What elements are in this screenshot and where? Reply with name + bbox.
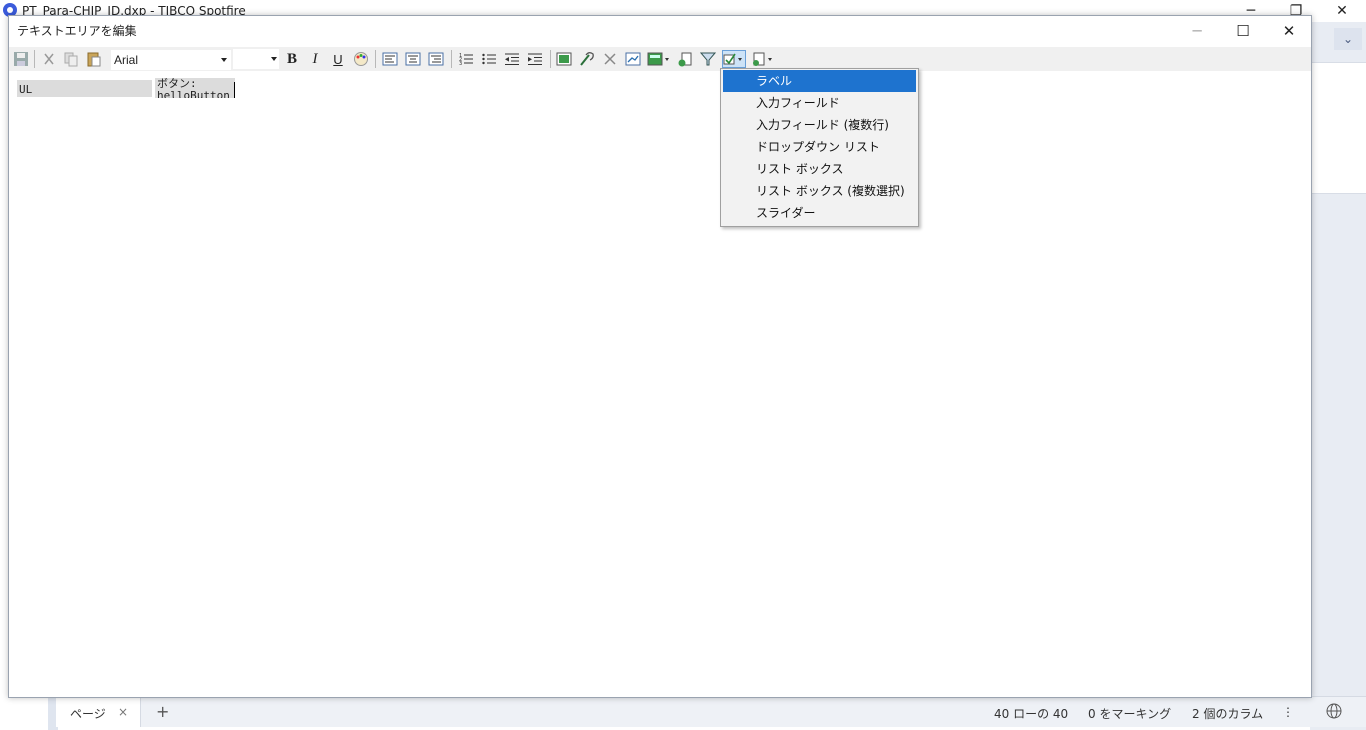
- app-left-corner: [0, 696, 48, 730]
- row-count: 40 ローの 40: [994, 707, 1069, 721]
- align-right-icon[interactable]: [427, 50, 445, 68]
- dialog-minimize-button[interactable]: ─: [1174, 16, 1220, 46]
- insert-link-icon[interactable]: [578, 50, 596, 68]
- cut-icon[interactable]: [40, 50, 58, 68]
- menu-item-list-box[interactable]: リスト ボックス: [723, 158, 916, 180]
- menu-item-dropdown-list[interactable]: ドロップダウン リスト: [723, 136, 916, 158]
- remove-link-icon[interactable]: [601, 50, 619, 68]
- align-center-icon[interactable]: [404, 50, 422, 68]
- app-close-button[interactable]: ✕: [1324, 2, 1360, 20]
- font-name-value: Arial: [114, 53, 139, 67]
- app-right-pane: [1310, 62, 1366, 194]
- button-id-text: helloButton: [157, 89, 230, 99]
- underline-button[interactable]: U: [329, 50, 347, 68]
- close-icon[interactable]: ×: [118, 705, 128, 719]
- page-tab-label: ページ: [70, 707, 106, 721]
- svg-text:3: 3: [459, 61, 462, 67]
- app-right-panel: [1310, 22, 1366, 730]
- toolbar-separator: [375, 50, 376, 68]
- edit-text-area-dialog: テキストエリアを編集 ─ ☐ ✕ Arial B I U 1 2 3 UL ボタ…: [8, 15, 1312, 698]
- menu-item-list-box-multiselect[interactable]: リスト ボックス (複数選択): [723, 180, 916, 202]
- globe-icon[interactable]: [1326, 703, 1342, 719]
- insert-image-icon[interactable]: [555, 50, 573, 68]
- editor-toolbar: Arial B I U 123: [9, 47, 1311, 71]
- insert-visualization-icon[interactable]: [624, 50, 642, 68]
- chevron-down-icon[interactable]: ⌄: [1334, 28, 1362, 50]
- toolbar-separator: [451, 50, 452, 68]
- color-palette-icon[interactable]: [352, 50, 370, 68]
- indent-icon[interactable]: [526, 50, 544, 68]
- numbered-list-icon[interactable]: 123: [457, 50, 475, 68]
- insert-filter-icon[interactable]: [699, 50, 717, 68]
- save-icon[interactable]: [12, 50, 30, 68]
- insert-action-icon[interactable]: [676, 50, 694, 68]
- insert-dynamic-item-icon[interactable]: [751, 50, 775, 68]
- column-count: 2 個のカラム: [1192, 707, 1264, 721]
- menu-item-input-field-multiline[interactable]: 入力フィールド (複数行): [723, 114, 916, 136]
- text-caret: [234, 82, 235, 98]
- menu-item-input-field[interactable]: 入力フィールド: [723, 92, 916, 114]
- property-control-menu: ラベル 入力フィールド 入力フィールド (複数行) ドロップダウン リスト リス…: [720, 68, 919, 227]
- dialog-title: テキストエリアを編集: [17, 24, 137, 38]
- chevron-down-icon: [271, 57, 277, 61]
- italic-button[interactable]: I: [306, 50, 324, 68]
- add-page-icon[interactable]: +: [156, 702, 169, 721]
- insert-table-icon[interactable]: [647, 50, 671, 68]
- font-name-select[interactable]: Arial: [110, 49, 232, 71]
- paste-icon[interactable]: [85, 50, 103, 68]
- outdent-icon[interactable]: [503, 50, 521, 68]
- menu-item-slider[interactable]: スライダー: [723, 202, 916, 224]
- bold-button[interactable]: B: [283, 50, 301, 68]
- copy-icon[interactable]: [62, 50, 80, 68]
- font-size-select[interactable]: [233, 49, 279, 69]
- dialog-maximize-button[interactable]: ☐: [1220, 16, 1266, 46]
- toolbar-separator: [550, 50, 551, 68]
- page-tab[interactable]: ページ ×: [56, 697, 141, 727]
- status-bar: ページ × + 40 ローの 40 0 をマーキング 2 個のカラム ⋮: [56, 696, 1366, 727]
- toolbar-separator: [34, 50, 35, 68]
- marking-count: 0 をマーキング: [1088, 707, 1172, 721]
- insert-property-control-button[interactable]: [722, 50, 746, 68]
- bullet-list-icon[interactable]: [480, 50, 498, 68]
- more-options-icon[interactable]: ⋮: [1282, 705, 1294, 719]
- align-left-icon[interactable]: [381, 50, 399, 68]
- dialog-close-button[interactable]: ✕: [1266, 16, 1312, 46]
- text-cell: UL: [17, 80, 152, 97]
- text-cell: ボタン: helloButton: [155, 78, 235, 98]
- chevron-down-icon: [221, 58, 227, 62]
- menu-item-label[interactable]: ラベル: [723, 70, 916, 92]
